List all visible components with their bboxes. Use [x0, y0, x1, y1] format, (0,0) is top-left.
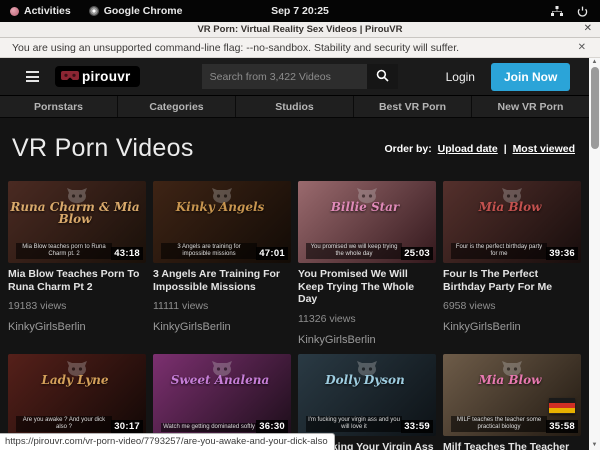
activities-button[interactable]: Activities — [10, 5, 71, 17]
hamburger-menu-icon[interactable] — [26, 71, 39, 82]
video-studio-link[interactable]: KinkyGirlsBerlin — [8, 321, 146, 333]
menu-item-pornstars[interactable]: Pornstars — [0, 96, 118, 117]
video-title[interactable]: You Promised We Will Keep Trying The Who… — [298, 268, 436, 306]
video-thumbnail[interactable]: Lady Lyne Are you awake ? And your dick … — [8, 354, 146, 436]
system-bar: Activities Google Chrome Sep 7 20:25 — [0, 0, 600, 22]
browser-viewport: pirouvr Login Join Now Pornstars Categor… — [0, 58, 600, 450]
warning-infobar: You are using an unsupported command-lin… — [0, 38, 600, 58]
thumbnail-caption: I'm fucking your virgin ass and you will… — [306, 416, 402, 432]
menu-item-new-vr-porn[interactable]: New VR Porn — [472, 96, 589, 117]
video-thumbnail[interactable]: Runa Charm & Mia Blow Mia Blow teaches p… — [8, 181, 146, 263]
video-studio-link[interactable]: KinkyGirlsBerlin — [298, 334, 436, 346]
duration-badge: 35:58 — [546, 420, 578, 433]
thumbnail-caption: Watch me getting dominated softly — [161, 423, 257, 432]
video-card[interactable]: Mia Blow MILF teaches the teacher some p… — [443, 354, 581, 450]
menu-item-best-vr-porn[interactable]: Best VR Porn — [354, 96, 472, 117]
link-status-bar: https://pirouvr.com/vr-porn-video/779325… — [0, 433, 335, 450]
app-menu-chrome[interactable]: Google Chrome — [89, 5, 183, 17]
thumbnail-caption: Are you awake ? And your dick also ? — [16, 416, 112, 432]
video-thumbnail[interactable]: Billie Star You promised we will keep tr… — [298, 181, 436, 263]
german-flag-icon — [549, 398, 575, 414]
thumbnail-caption: 3 Angels are training for impossible mis… — [161, 243, 257, 259]
thumbnail-caption: MILF teaches the teacher some practical … — [451, 416, 547, 432]
search-button[interactable] — [367, 64, 398, 89]
duration-badge: 25:03 — [401, 247, 433, 260]
video-thumbnail[interactable]: Mia Blow Four is the perfect birthday pa… — [443, 181, 581, 263]
window-close-icon[interactable]: ✕ — [584, 23, 592, 34]
site-logo-text: pirouvr — [82, 69, 131, 84]
thumbnail-caption: Mia Blow teaches porn to Runa Charm pt. … — [16, 243, 112, 259]
activities-label: Activities — [24, 5, 71, 17]
video-thumbnail[interactable]: Kinky Angels 3 Angels are training for i… — [153, 181, 291, 263]
duration-badge: 30:17 — [111, 420, 143, 433]
search-input[interactable] — [202, 64, 367, 89]
video-thumbnail[interactable]: Sweet Analena Watch me getting dominated… — [153, 354, 291, 436]
video-thumbnail[interactable]: Mia Blow MILF teaches the teacher some p… — [443, 354, 581, 436]
join-now-button[interactable]: Join Now — [491, 63, 570, 91]
video-title[interactable]: Four Is The Perfect Birthday Party For M… — [443, 268, 581, 293]
scrollbar-thumb[interactable] — [591, 67, 599, 149]
thumbnail-model-name: Kinky Angels — [153, 201, 287, 213]
menu-item-categories[interactable]: Categories — [118, 96, 236, 117]
video-card[interactable]: Billie Star You promised we will keep tr… — [298, 181, 436, 346]
warning-message: You are using an unsupported command-lin… — [0, 42, 459, 54]
thumbnail-model-name: Lady Lyne — [8, 374, 142, 386]
video-studio-link[interactable]: KinkyGirlsBerlin — [443, 321, 581, 333]
video-card[interactable]: Runa Charm & Mia Blow Mia Blow teaches p… — [8, 181, 146, 346]
scroll-up-icon[interactable]: ▲ — [589, 58, 600, 67]
video-card[interactable]: Mia Blow Four is the perfect birthday pa… — [443, 181, 581, 346]
search-bar — [202, 64, 398, 89]
page-scrollbar[interactable]: ▲ ▼ — [589, 58, 600, 450]
video-grid: Runa Charm & Mia Blow Mia Blow teaches p… — [0, 163, 589, 450]
menu-item-studios[interactable]: Studios — [236, 96, 354, 117]
video-views: 6958 views — [443, 300, 581, 312]
video-views: 19183 views — [8, 300, 146, 312]
order-by-label: Order by: — [384, 143, 431, 155]
network-icon[interactable] — [551, 6, 563, 17]
thumbnail-model-name: Sweet Analena — [153, 374, 287, 386]
video-thumbnail[interactable]: Dolly Dyson I'm fucking your virgin ass … — [298, 354, 436, 436]
vr-headset-icon — [61, 71, 79, 82]
video-title[interactable]: Mia Blow Teaches Porn To Runa Charm Pt 2 — [8, 268, 146, 293]
duration-badge: 36:30 — [256, 420, 288, 433]
page-header: VR Porn Videos Order by: Upload date | M… — [0, 118, 589, 163]
video-title[interactable]: Milf Teaches The Teacher Some Practical … — [443, 441, 581, 450]
main-menu: Pornstars Categories Studios Best VR Por… — [0, 96, 589, 118]
thumbnail-model-name: Runa Charm & Mia Blow — [8, 201, 142, 225]
distro-icon — [10, 7, 19, 16]
duration-badge: 43:18 — [111, 247, 143, 260]
window-title: VR Porn: Virtual Reality Sex Videos | Pi… — [197, 24, 402, 35]
order-by-separator: | — [504, 143, 507, 155]
scroll-down-icon[interactable]: ▼ — [589, 441, 600, 450]
duration-badge: 33:59 — [401, 420, 433, 433]
video-title[interactable]: 3 Angels Are Training For Impossible Mis… — [153, 268, 291, 293]
power-icon[interactable] — [577, 6, 588, 17]
search-icon — [376, 69, 389, 85]
order-by-most-viewed-link[interactable]: Most viewed — [513, 143, 575, 155]
duration-badge: 39:36 — [546, 247, 578, 260]
duration-badge: 47:01 — [256, 247, 288, 260]
thumbnail-model-name: Mia Blow — [443, 201, 577, 213]
window-titlebar: VR Porn: Virtual Reality Sex Videos | Pi… — [0, 22, 600, 38]
thumbnail-model-name: Mia Blow — [443, 374, 577, 386]
page-title: VR Porn Videos — [12, 134, 194, 163]
site-navbar: pirouvr Login Join Now — [0, 58, 589, 96]
thumbnail-caption: You promised we will keep trying the who… — [306, 243, 402, 259]
app-menu-label: Google Chrome — [104, 5, 183, 17]
thumbnail-model-name: Billie Star — [298, 201, 432, 213]
thumbnail-caption: Four is the perfect birthday party for m… — [451, 243, 547, 259]
warning-close-icon[interactable]: ✕ — [578, 42, 600, 53]
video-views: 11326 views — [298, 313, 436, 325]
login-link[interactable]: Login — [446, 70, 475, 84]
order-by: Order by: Upload date | Most viewed — [381, 143, 575, 155]
video-card[interactable]: Kinky Angels 3 Angels are training for i… — [153, 181, 291, 346]
video-studio-link[interactable]: KinkyGirlsBerlin — [153, 321, 291, 333]
thumbnail-model-name: Dolly Dyson — [298, 374, 432, 386]
video-views: 11111 views — [153, 300, 291, 312]
chrome-icon — [89, 6, 99, 16]
site-logo[interactable]: pirouvr — [55, 66, 140, 87]
order-by-upload-date-link[interactable]: Upload date — [438, 143, 498, 155]
